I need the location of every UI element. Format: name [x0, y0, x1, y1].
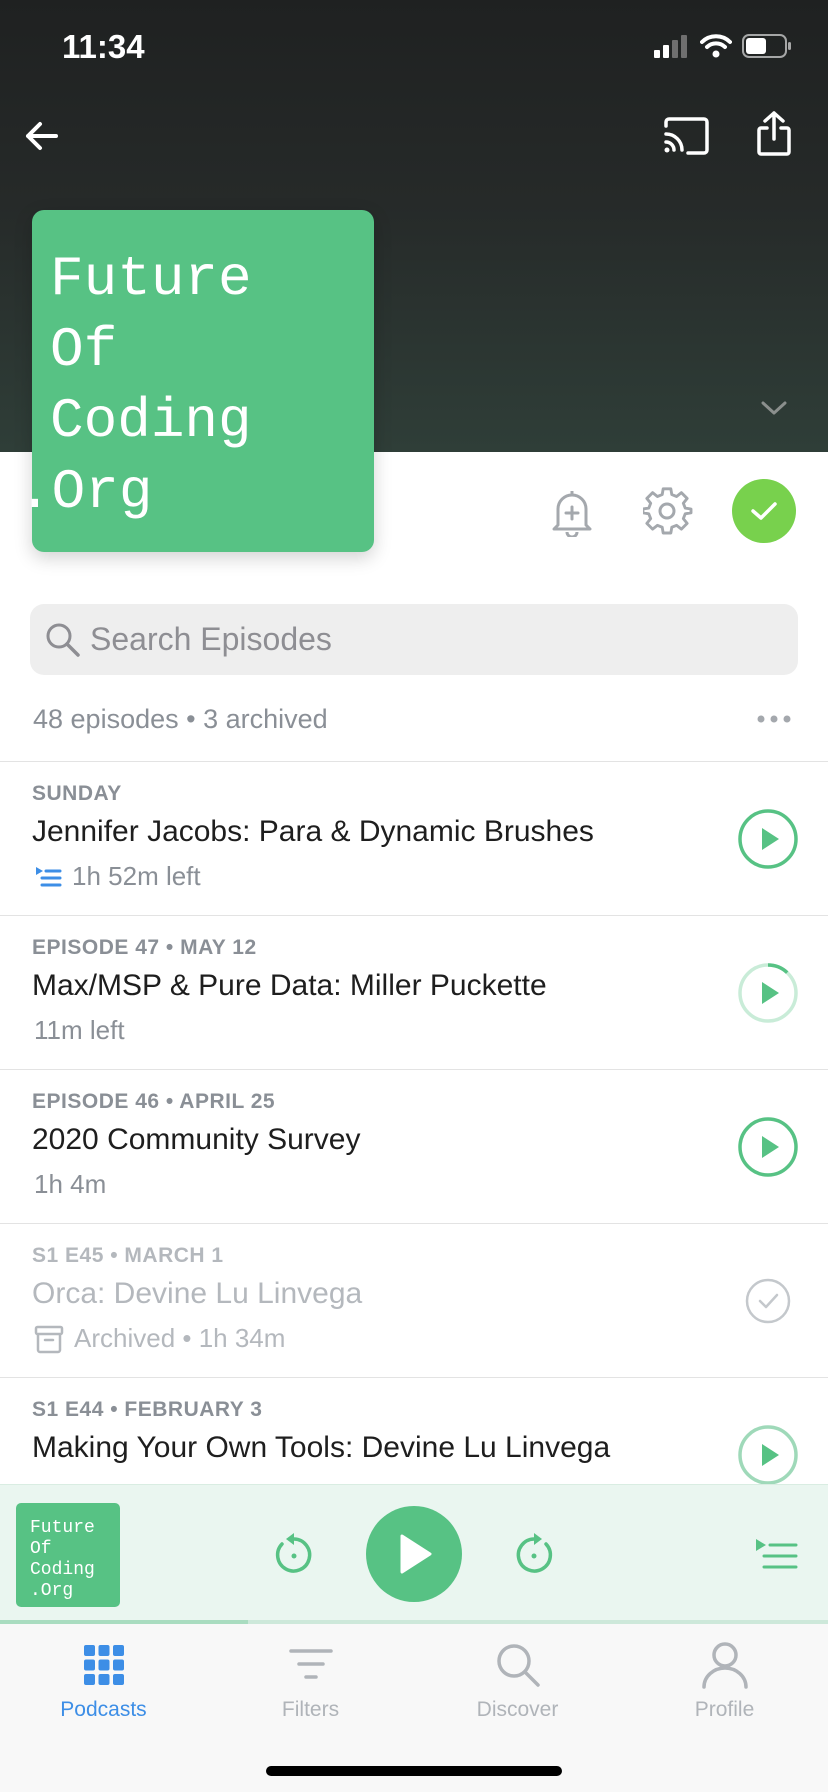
episode-archived-status: Archived • 1h 34m — [74, 1323, 286, 1353]
bell-plus-icon — [552, 491, 592, 537]
play-episode-button[interactable] — [737, 1424, 799, 1486]
status-time: 11:34 — [62, 28, 145, 65]
episode-date: S1 E45 • MARCH 1 — [32, 1244, 224, 1267]
cellular-signal-icon — [654, 35, 687, 58]
episode-summary: 48 episodes • 3 archived — [33, 704, 328, 735]
subscribed-button[interactable] — [732, 479, 796, 543]
settings-button[interactable] — [640, 484, 696, 540]
episode-count: 48 episodes — [33, 704, 179, 734]
summary-separator: • — [186, 704, 204, 734]
gear-icon — [643, 487, 693, 535]
tab-profile[interactable]: Profile — [621, 1624, 828, 1734]
episode-time-left: 11m left — [34, 1015, 125, 1045]
home-indicator — [266, 1766, 562, 1776]
search-icon — [496, 1644, 540, 1687]
tab-filters[interactable]: Filters — [207, 1624, 414, 1734]
back-arrow-icon — [26, 122, 58, 150]
cast-icon — [664, 117, 709, 155]
share-icon — [757, 111, 791, 156]
episode-status: 11m left — [34, 1015, 125, 1046]
episode-time-left: 1h 52m left — [72, 861, 201, 891]
filter-icon — [288, 1649, 333, 1679]
checkmark-icon — [751, 502, 777, 520]
play-pause-button[interactable] — [366, 1506, 462, 1602]
mini-player-artwork-text: Future Of Coding .Org — [30, 1518, 95, 1601]
episode-status: Archived • 1h 34m — [34, 1323, 285, 1354]
episode-duration: 1h 4m — [34, 1169, 107, 1199]
cast-button[interactable] — [660, 112, 712, 160]
episode-status: 1h 4m — [34, 1169, 106, 1200]
artwork-text: Future Of Coding .Org — [18, 247, 252, 524]
tab-label: Profile — [694, 1698, 755, 1721]
wifi-icon — [700, 34, 732, 58]
episode-title: Making Your Own Tools: Devine Lu Linvega — [32, 1431, 611, 1464]
back-button[interactable] — [18, 112, 66, 160]
tab-label: Discover — [476, 1698, 559, 1721]
up-next-queue-button[interactable] — [754, 1537, 800, 1573]
episode-row[interactable]: EPISODE 47 • MAY 12 Max/MSP & Pure Data:… — [0, 916, 828, 1069]
grid-icon — [83, 1645, 124, 1685]
mini-player-artwork[interactable]: Future Of Coding .Org — [16, 1503, 120, 1607]
share-button[interactable] — [750, 108, 798, 160]
more-dots-icon — [757, 715, 791, 723]
archived-count: 3 archived — [203, 704, 328, 734]
tab-label: Podcasts — [60, 1698, 147, 1721]
episode-row[interactable]: SUNDAY Jennifer Jacobs: Para & Dynamic B… — [0, 762, 828, 915]
archive-icon — [34, 1325, 64, 1353]
episode-title: Max/MSP & Pure Data: Miller Puckette — [32, 969, 547, 1002]
episode-date: SUNDAY — [32, 782, 122, 805]
tab-label: Filters — [281, 1698, 340, 1721]
skip-back-button[interactable] — [270, 1531, 318, 1579]
more-options-button[interactable] — [756, 712, 792, 731]
play-episode-button[interactable] — [737, 962, 799, 1024]
tab-bar: Podcasts Filters Discover Profile — [0, 1624, 828, 1792]
battery-icon — [742, 34, 791, 58]
mini-player[interactable]: Future Of Coding .Org — [0, 1484, 828, 1625]
episode-title: Orca: Devine Lu Linvega — [32, 1277, 363, 1310]
episode-title: 2020 Community Survey — [32, 1123, 361, 1156]
episode-date: EPISODE 46 • APRIL 25 — [32, 1090, 276, 1113]
search-bar[interactable] — [30, 604, 798, 675]
played-episode-button[interactable] — [737, 1270, 799, 1332]
up-next-icon — [36, 866, 62, 886]
play-episode-button[interactable] — [737, 1116, 799, 1178]
search-input[interactable] — [90, 604, 780, 675]
episode-title: Jennifer Jacobs: Para & Dynamic Brushes — [32, 815, 594, 848]
episode-status: 1h 52m left — [34, 861, 201, 892]
episode-date: S1 E44 • FEBRUARY 3 — [32, 1398, 263, 1421]
chevron-down-icon — [761, 401, 787, 415]
play-icon — [400, 1534, 432, 1574]
tab-discover[interactable]: Discover — [414, 1624, 621, 1734]
podcast-artwork: Future Of Coding .Org — [18, 210, 374, 552]
skip-forward-button[interactable] — [510, 1531, 558, 1579]
tab-podcasts[interactable]: Podcasts — [0, 1624, 207, 1734]
search-icon — [46, 623, 80, 657]
episode-row[interactable]: S1 E45 • MARCH 1 Orca: Devine Lu Linvega… — [0, 1224, 828, 1377]
expand-details-button[interactable] — [756, 392, 792, 424]
episode-date: EPISODE 47 • MAY 12 — [32, 936, 257, 959]
profile-icon — [701, 1642, 748, 1689]
play-episode-button[interactable] — [737, 808, 799, 870]
status-icons — [654, 34, 792, 58]
episode-row[interactable]: EPISODE 46 • APRIL 25 2020 Community Sur… — [0, 1070, 828, 1223]
notifications-button[interactable] — [546, 484, 598, 540]
